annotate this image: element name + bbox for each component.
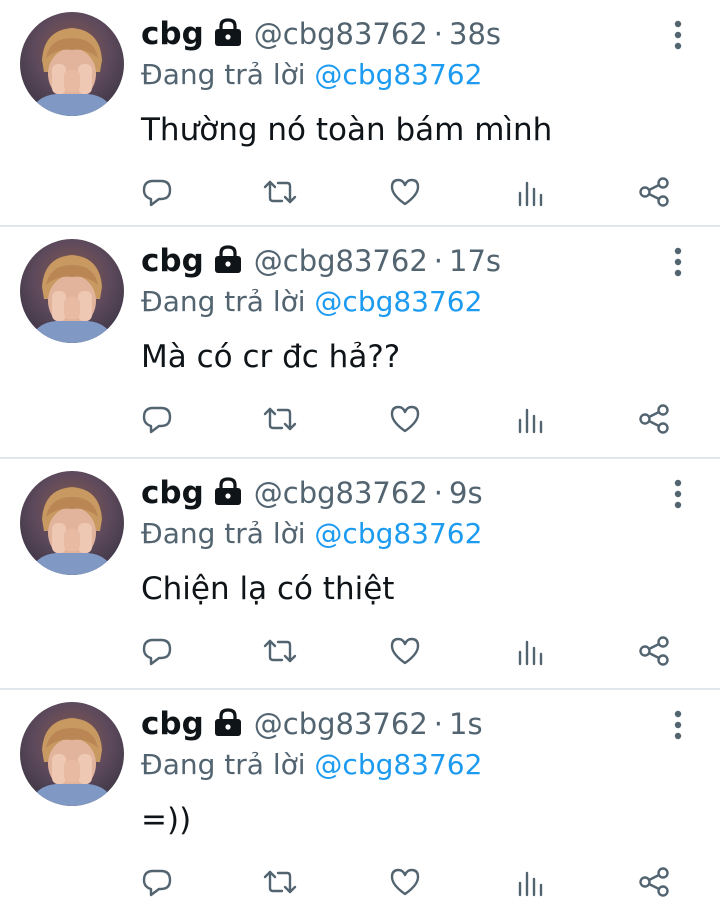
views-bar-chart-icon[interactable] xyxy=(511,397,551,441)
heart-icon[interactable] xyxy=(385,170,425,214)
tweet[interactable]: cbg @cbg83762 · 17s Đang trả lời @cbg83762 … xyxy=(0,227,720,457)
more-vertical-icon[interactable] xyxy=(664,477,692,511)
tweet[interactable]: cbg @cbg83762 · 1s Đang trả lời @cbg83762 =… xyxy=(0,690,720,902)
separator-dot: · xyxy=(433,707,443,741)
avatar[interactable] xyxy=(20,12,124,116)
reply-icon[interactable] xyxy=(137,629,177,673)
share-icon[interactable] xyxy=(634,397,674,441)
retweet-icon[interactable] xyxy=(260,397,300,441)
avatar[interactable] xyxy=(20,702,124,806)
tweet-feed: cbg @cbg83762 · 38s Đang trả lời @cbg83762 … xyxy=(0,0,720,902)
tweet-text: Chiện lạ có thiệt xyxy=(141,571,395,607)
views-bar-chart-icon[interactable] xyxy=(511,629,551,673)
replying-to: Đang trả lời @cbg83762 xyxy=(141,517,482,550)
user-handle[interactable]: @cbg83762 xyxy=(254,17,428,51)
lock-icon xyxy=(212,17,244,51)
more-vertical-icon[interactable] xyxy=(664,708,692,742)
replying-to: Đang trả lời @cbg83762 xyxy=(141,58,482,91)
mention-link[interactable]: @cbg83762 xyxy=(314,58,482,91)
more-vertical-icon[interactable] xyxy=(664,245,692,279)
heart-icon[interactable] xyxy=(385,397,425,441)
replying-prefix: Đang trả lời xyxy=(141,748,306,781)
timestamp[interactable]: 38s xyxy=(449,17,501,51)
share-icon[interactable] xyxy=(634,170,674,214)
display-name[interactable]: cbg xyxy=(141,475,204,511)
display-name[interactable]: cbg xyxy=(141,16,204,52)
heart-icon[interactable] xyxy=(385,860,425,904)
replying-prefix: Đang trả lời xyxy=(141,517,306,550)
share-icon[interactable] xyxy=(634,629,674,673)
retweet-icon[interactable] xyxy=(260,629,300,673)
share-icon[interactable] xyxy=(634,860,674,904)
retweet-icon[interactable] xyxy=(260,860,300,904)
avatar[interactable] xyxy=(20,239,124,343)
replying-to: Đang trả lời @cbg83762 xyxy=(141,285,482,318)
views-bar-chart-icon[interactable] xyxy=(511,170,551,214)
lock-icon xyxy=(212,707,244,741)
tweet-header: cbg @cbg83762 · 9s xyxy=(141,475,483,517)
tweet-text: Thường nó toàn bám mình xyxy=(141,112,553,148)
separator-dot: · xyxy=(433,17,443,51)
tweet-header: cbg @cbg83762 · 17s xyxy=(141,243,501,285)
action-bar xyxy=(0,397,720,441)
timestamp[interactable]: 1s xyxy=(449,707,483,741)
user-handle[interactable]: @cbg83762 xyxy=(254,476,428,510)
tweet-header: cbg @cbg83762 · 38s xyxy=(141,16,501,58)
user-handle[interactable]: @cbg83762 xyxy=(254,244,428,278)
replying-to: Đang trả lời @cbg83762 xyxy=(141,748,482,781)
lock-icon xyxy=(212,244,244,278)
action-bar xyxy=(0,170,720,214)
replying-prefix: Đang trả lời xyxy=(141,58,306,91)
reply-icon[interactable] xyxy=(137,860,177,904)
timestamp[interactable]: 17s xyxy=(449,244,501,278)
separator-dot: · xyxy=(433,476,443,510)
action-bar xyxy=(0,860,720,904)
reply-icon[interactable] xyxy=(137,397,177,441)
mention-link[interactable]: @cbg83762 xyxy=(314,285,482,318)
separator-dot: · xyxy=(433,244,443,278)
retweet-icon[interactable] xyxy=(260,170,300,214)
lock-icon xyxy=(212,476,244,510)
mention-link[interactable]: @cbg83762 xyxy=(314,517,482,550)
views-bar-chart-icon[interactable] xyxy=(511,860,551,904)
tweet-text: =)) xyxy=(141,802,192,838)
heart-icon[interactable] xyxy=(385,629,425,673)
tweet-text: Mà có cr đc hả?? xyxy=(141,339,401,375)
avatar[interactable] xyxy=(20,471,124,575)
tweet[interactable]: cbg @cbg83762 · 38s Đang trả lời @cbg83762 … xyxy=(0,0,720,225)
more-vertical-icon[interactable] xyxy=(664,18,692,52)
tweet-header: cbg @cbg83762 · 1s xyxy=(141,706,483,748)
display-name[interactable]: cbg xyxy=(141,706,204,742)
user-handle[interactable]: @cbg83762 xyxy=(254,707,428,741)
action-bar xyxy=(0,629,720,673)
timestamp[interactable]: 9s xyxy=(449,476,483,510)
tweet[interactable]: cbg @cbg83762 · 9s Đang trả lời @cbg83762 C… xyxy=(0,459,720,688)
reply-icon[interactable] xyxy=(137,170,177,214)
display-name[interactable]: cbg xyxy=(141,243,204,279)
mention-link[interactable]: @cbg83762 xyxy=(314,748,482,781)
replying-prefix: Đang trả lời xyxy=(141,285,306,318)
